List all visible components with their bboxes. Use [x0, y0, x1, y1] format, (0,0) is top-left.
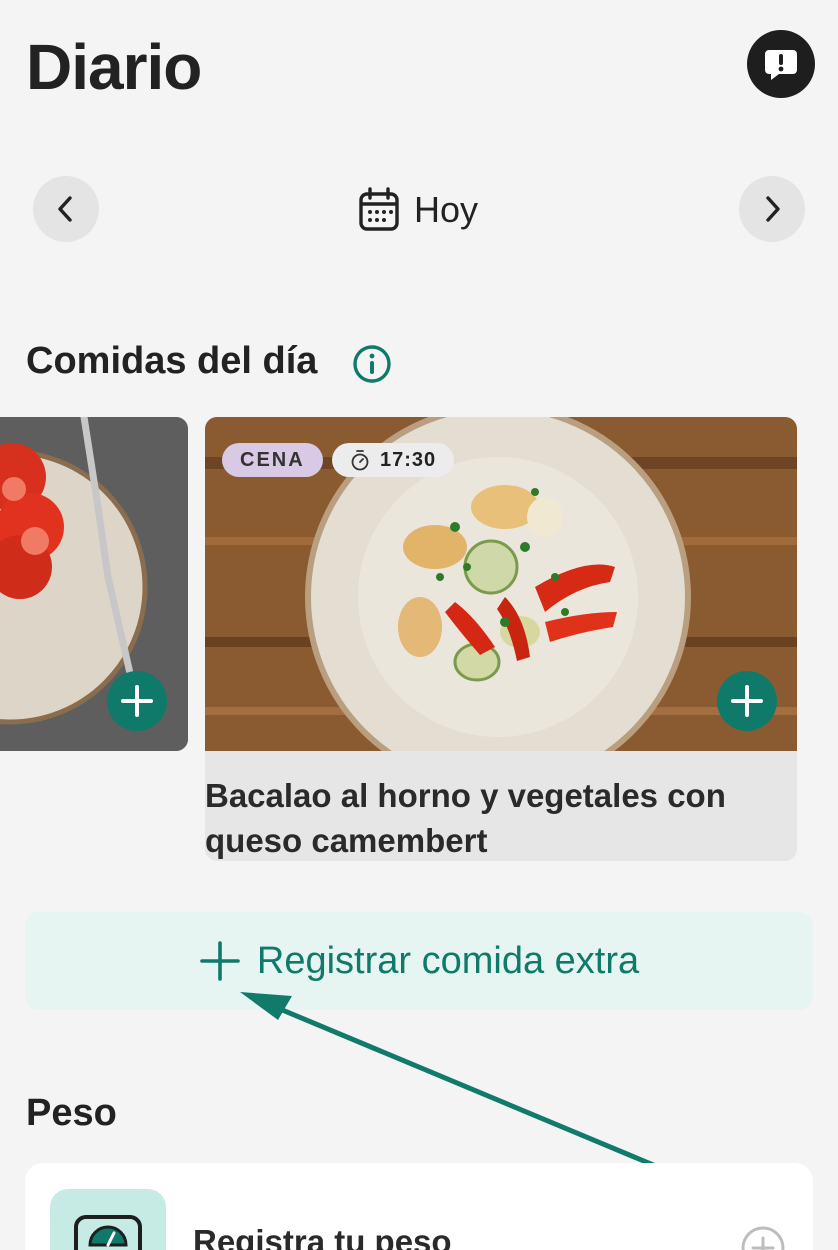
- scale-tile: [50, 1189, 166, 1250]
- meal-time: 17:30: [380, 448, 437, 471]
- feedback-button[interactable]: [747, 30, 815, 98]
- register-extra-meal-button[interactable]: Registrar comida extra: [25, 912, 813, 1010]
- meal-card-previous[interactable]: [0, 417, 188, 751]
- chevron-left-icon: [58, 196, 72, 222]
- meals-section-title: Comidas del día: [26, 340, 318, 382]
- page-title: Diario: [26, 31, 202, 103]
- register-extra-meal-label: Registrar comida extra: [256, 939, 640, 982]
- info-icon[interactable]: [352, 344, 392, 384]
- meal-card-dinner[interactable]: CENA 17:30 Bacalao al horno y vegetales …: [205, 417, 797, 861]
- register-weight-label: Registra tu peso: [193, 1223, 452, 1250]
- add-meal-button[interactable]: [107, 671, 167, 731]
- previous-day-button[interactable]: [33, 176, 99, 242]
- date-navigator: Hoy: [0, 176, 838, 244]
- weight-card[interactable]: Registra tu peso: [25, 1163, 813, 1250]
- scale-icon: [74, 1215, 142, 1250]
- calendar-icon: [359, 187, 399, 231]
- weight-section-title: Peso: [26, 1092, 117, 1134]
- date-selector[interactable]: Hoy: [358, 186, 478, 234]
- next-day-button[interactable]: [739, 176, 805, 242]
- meal-type-badge: CENA: [222, 443, 323, 477]
- add-meal-button[interactable]: [717, 671, 777, 731]
- plus-icon: [731, 685, 763, 717]
- exclamation-bubble-icon: [765, 50, 797, 80]
- meal-photo: CENA 17:30: [205, 417, 797, 751]
- add-weight-icon[interactable]: [740, 1225, 786, 1250]
- date-label: Hoy: [414, 189, 479, 230]
- plus-icon: [200, 941, 240, 981]
- meal-time-badge: 17:30: [332, 443, 455, 477]
- meal-title: Bacalao al horno y vegetales con queso c…: [205, 777, 726, 859]
- plus-icon: [121, 685, 153, 717]
- chevron-right-icon: [766, 196, 780, 222]
- stopwatch-icon: [351, 450, 369, 471]
